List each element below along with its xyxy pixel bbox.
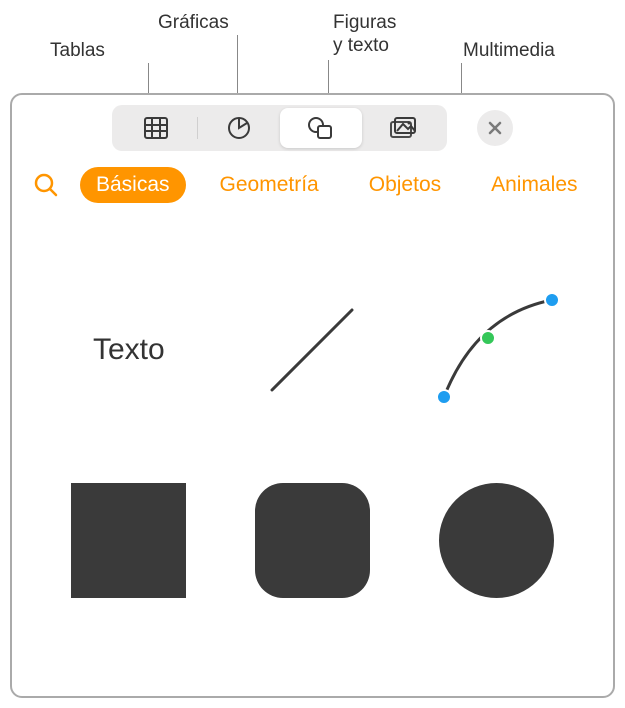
line-icon [252,290,372,410]
shape-curve[interactable] [419,275,573,425]
toolbar [12,95,613,159]
category-tabs: Básicas Geometría Objetos Animales [12,159,613,215]
category-basicas[interactable]: Básicas [80,167,186,203]
callout-layer: Tablas Gráficas Figuras y texto Multimed… [0,0,625,95]
media-icon [388,115,418,141]
close-button[interactable] [477,110,513,146]
category-animales[interactable]: Animales [475,167,593,203]
search-icon[interactable] [30,169,62,201]
shapes-grid: Texto [12,215,613,655]
shape-rounded-square[interactable] [236,465,390,615]
shape-text[interactable]: Texto [52,275,206,425]
callout-line1: Figuras [333,12,396,33]
category-geometria[interactable]: Geometría [204,167,335,203]
callout-line2: y texto [333,35,389,56]
shapes-icon [307,115,335,141]
rounded-square-icon [255,483,370,598]
square-icon [71,483,186,598]
callout-charts: Gráficas [158,12,229,35]
text-label: Texto [93,333,165,367]
table-icon [143,115,169,141]
callout-media: Multimedia [463,40,555,63]
curve-icon [426,285,566,415]
callout-tables: Tablas [50,40,105,63]
shape-square[interactable] [52,465,206,615]
callout-shapes-text: Figuras y texto [333,12,396,58]
category-objetos[interactable]: Objetos [353,167,457,203]
tab-media[interactable] [362,108,444,148]
tab-charts[interactable] [198,108,280,148]
close-icon [487,120,503,136]
tab-tables[interactable] [115,108,197,148]
tab-shapes-text[interactable] [280,108,362,148]
shape-circle[interactable] [419,465,573,615]
segment-control [112,105,447,151]
shape-line[interactable] [236,275,390,425]
chart-icon [226,115,252,141]
circle-icon [439,483,554,598]
insert-panel: Básicas Geometría Objetos Animales Texto [10,93,615,698]
